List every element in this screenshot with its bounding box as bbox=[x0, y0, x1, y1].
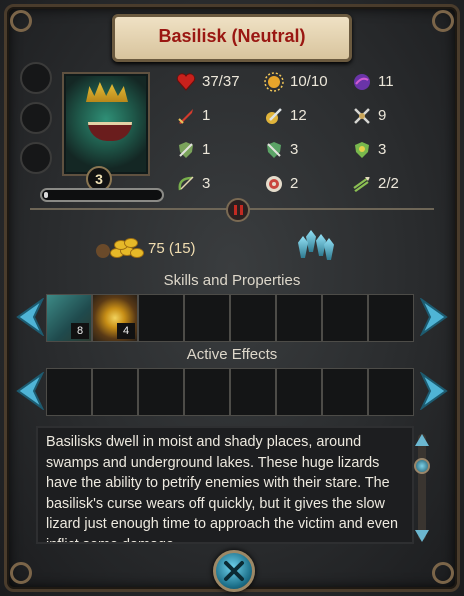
skill-slot bbox=[138, 294, 184, 342]
skill-slot bbox=[322, 294, 368, 342]
gold-cost: 75 (15) bbox=[148, 240, 196, 257]
effect-slot bbox=[230, 368, 276, 416]
skills-scroll-left-arrow-icon[interactable] bbox=[14, 298, 44, 336]
skill-count: 4 bbox=[117, 323, 135, 339]
damage-sword-icon bbox=[266, 108, 282, 124]
stat-armor: 3 bbox=[264, 140, 348, 162]
target-icon bbox=[266, 176, 282, 192]
stat-defense: 1 bbox=[176, 140, 260, 162]
effect-slot bbox=[92, 368, 138, 416]
stat-mana: 11 bbox=[352, 72, 436, 94]
experience-bar bbox=[40, 188, 164, 202]
skill-slot bbox=[184, 294, 230, 342]
unit-title: Basilisk (Neutral) bbox=[158, 26, 306, 46]
magic-resist-icon bbox=[355, 142, 369, 158]
stats-grid: 37/37 10/10 11 1 12 9 1 3 3 3 2 2/2 bbox=[176, 72, 446, 202]
gold-coins-icon bbox=[94, 234, 146, 260]
skill-slot bbox=[368, 294, 414, 342]
effects-slot-row bbox=[46, 368, 418, 416]
stat-initiative: 10/10 bbox=[264, 72, 348, 94]
empty-artifact-slot[interactable] bbox=[20, 102, 52, 134]
description-panel: Basilisks dwell in moist and shady place… bbox=[36, 426, 414, 544]
stat-attack: 1 bbox=[176, 106, 260, 128]
arrows-icon bbox=[353, 177, 370, 193]
effects-scroll-right-arrow-icon[interactable] bbox=[420, 372, 450, 410]
skills-slot-row: 8 4 bbox=[46, 294, 418, 342]
armor-sword-icon bbox=[267, 142, 281, 158]
skills-scroll-right-arrow-icon[interactable] bbox=[420, 298, 450, 336]
crossed-swords-icon bbox=[354, 108, 370, 124]
effect-slot bbox=[46, 368, 92, 416]
crystal-icon bbox=[292, 228, 338, 260]
effect-slot bbox=[276, 368, 322, 416]
corner-ornament bbox=[432, 562, 454, 584]
stat-crossed-swords: 9 bbox=[352, 106, 436, 128]
stat-damage: 12 bbox=[264, 106, 348, 128]
corner-ornament bbox=[432, 10, 454, 32]
attack-sword-icon bbox=[178, 109, 193, 124]
empty-artifact-slot[interactable] bbox=[20, 142, 52, 174]
effect-slot bbox=[184, 368, 230, 416]
effects-section-title: Active Effects bbox=[186, 346, 278, 363]
scrollbar-thumb[interactable] bbox=[414, 458, 430, 474]
stat-ranged: 3 bbox=[176, 174, 260, 196]
close-cross-icon bbox=[224, 561, 244, 581]
skill-slot[interactable]: 4 bbox=[92, 294, 138, 342]
stat-target: 2 bbox=[264, 174, 348, 196]
experience-bar-fill bbox=[44, 192, 48, 198]
pause-ornament-icon bbox=[226, 198, 250, 222]
description-scrollbar[interactable] bbox=[418, 434, 426, 540]
scroll-down-arrow-icon[interactable] bbox=[415, 530, 429, 542]
left-slot-column bbox=[20, 62, 56, 182]
skill-slot[interactable]: 8 bbox=[46, 294, 92, 342]
unit-description: Basilisks dwell in moist and shady place… bbox=[46, 434, 398, 542]
skill-count: 8 bbox=[71, 323, 89, 339]
skills-section-title: Skills and Properties bbox=[163, 272, 301, 289]
corner-ornament bbox=[10, 562, 32, 584]
stat-health: 37/37 bbox=[176, 72, 260, 94]
stat-magic-resist: 3 bbox=[352, 140, 436, 162]
effect-slot bbox=[368, 368, 414, 416]
close-button[interactable] bbox=[213, 550, 255, 592]
effect-slot bbox=[322, 368, 368, 416]
skill-slot bbox=[276, 294, 322, 342]
initiative-sun-icon bbox=[264, 72, 284, 92]
effects-scroll-left-arrow-icon[interactable] bbox=[14, 372, 44, 410]
effect-slot bbox=[138, 368, 184, 416]
skill-slot bbox=[230, 294, 276, 342]
corner-ornament bbox=[10, 10, 32, 32]
mana-orb-icon bbox=[354, 74, 370, 90]
ranged-bow-icon bbox=[178, 176, 194, 191]
scroll-up-arrow-icon[interactable] bbox=[415, 434, 429, 446]
empty-artifact-slot[interactable] bbox=[20, 62, 52, 94]
health-heart-icon bbox=[176, 73, 196, 91]
defense-shield-icon bbox=[179, 142, 193, 158]
stat-arrows: 2/2 bbox=[352, 174, 436, 196]
